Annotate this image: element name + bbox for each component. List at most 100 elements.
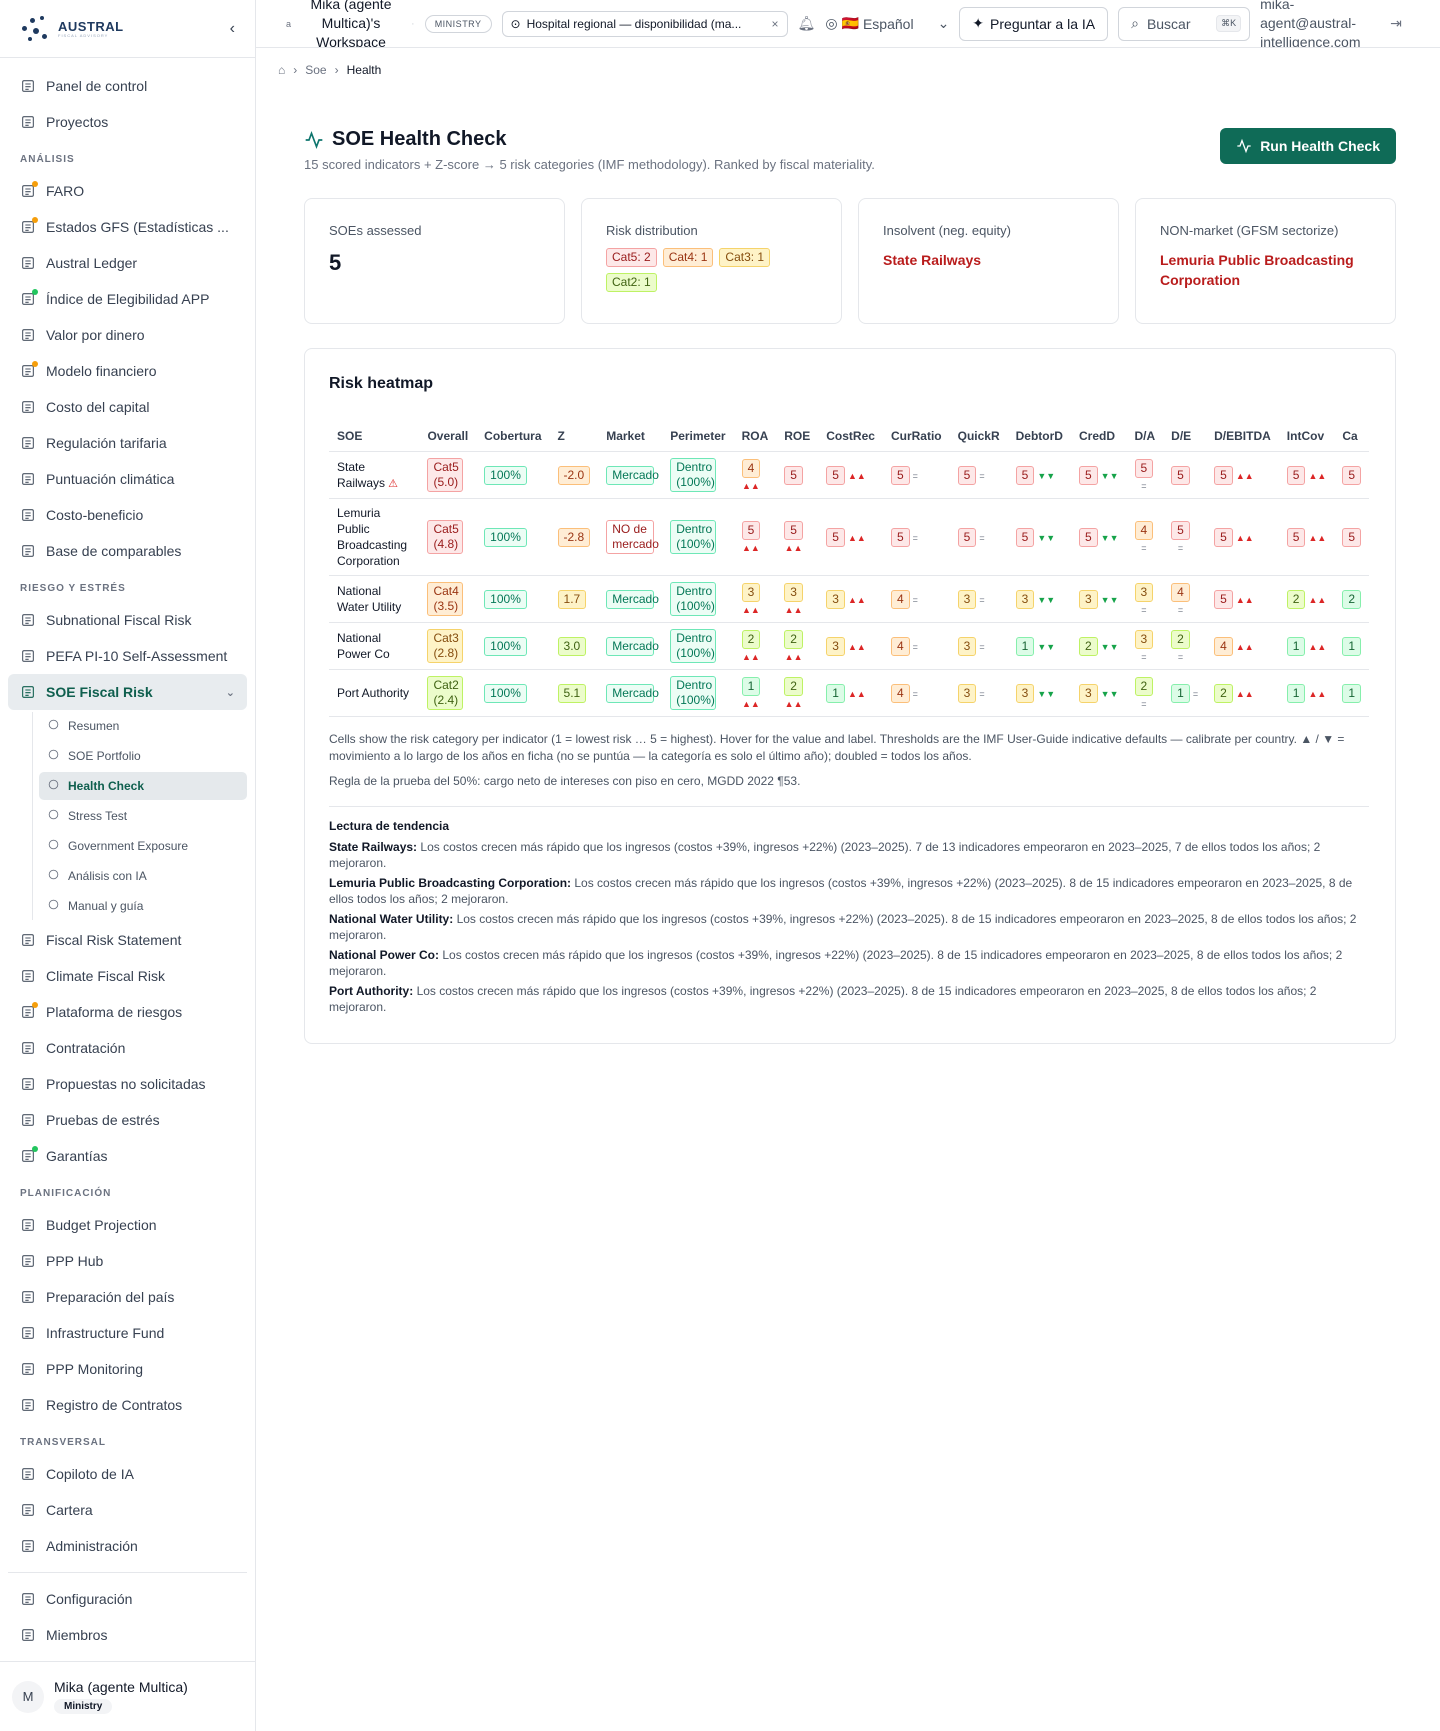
perimeter-badge[interactable]: Dentro (100%): [670, 582, 717, 616]
market-badge[interactable]: Mercado: [606, 589, 659, 609]
indicator-value[interactable]: 5 ▲▲: [826, 527, 866, 547]
search-button[interactable]: ⌕ Buscar ⌘K: [1118, 6, 1251, 41]
sidebar-item[interactable]: Garantías: [8, 1138, 247, 1174]
perimeter-badge[interactable]: Dentro (100%): [670, 520, 717, 554]
context-chip[interactable]: ⊙ Hospital regional — disponibilidad (ma…: [501, 10, 788, 37]
column-header[interactable]: QuickR: [949, 421, 1008, 452]
indicator-value[interactable]: 5: [1342, 527, 1361, 547]
sidebar-item[interactable]: Austral Ledger: [8, 245, 247, 281]
table-row[interactable]: National Power Co Cat3 (2.8) 100% 3.0 Mercad…: [329, 622, 1369, 670]
indicator-value[interactable]: 3 ▲▲: [826, 636, 866, 656]
breadcrumb-soe[interactable]: Soe: [305, 63, 326, 77]
subnav-item[interactable]: Análisis con IA: [39, 862, 247, 890]
indicator-value[interactable]: 2: [1342, 589, 1361, 609]
indicator-value[interactable]: 2 =: [1171, 629, 1190, 663]
column-header[interactable]: Perimeter: [662, 421, 734, 452]
indicator-value[interactable]: 5 ▲▲: [741, 520, 761, 554]
coverage-badge[interactable]: 100%: [484, 527, 527, 547]
subnav-item[interactable]: Government Exposure: [39, 832, 247, 860]
column-header[interactable]: DebtorD: [1007, 421, 1071, 452]
sidebar-item[interactable]: PPP Hub: [8, 1243, 247, 1279]
sidebar-item[interactable]: Configuración: [8, 1581, 247, 1617]
indicator-value[interactable]: 2 ▲▲: [1214, 683, 1254, 703]
indicator-value[interactable]: 5 =: [1171, 520, 1190, 554]
sidebar-item[interactable]: PPP Monitoring: [8, 1351, 247, 1387]
run-health-check-button[interactable]: Run Health Check: [1220, 128, 1396, 164]
perimeter-badge[interactable]: Dentro (100%): [670, 676, 717, 710]
home-icon[interactable]: ⌂: [278, 63, 285, 77]
sidebar-item[interactable]: Infrastructure Fund: [8, 1315, 247, 1351]
sidebar-item[interactable]: Subnational Fiscal Risk: [8, 602, 247, 638]
sidebar-item[interactable]: Puntuación climática: [8, 461, 247, 497]
sidebar-item[interactable]: Budget Projection: [8, 1207, 247, 1243]
subnav-item[interactable]: Manual y guía: [39, 892, 247, 920]
sidebar-item[interactable]: Pruebas de estrés: [8, 1102, 247, 1138]
sidebar-item[interactable]: Copiloto de IA: [8, 1456, 247, 1492]
column-header[interactable]: Ca: [1334, 421, 1369, 452]
indicator-value[interactable]: 1: [1342, 683, 1361, 703]
indicator-value[interactable]: 3 ▼▼: [1078, 589, 1119, 609]
table-row[interactable]: National Water Utility Cat4 (3.5) 100% 1.7 M…: [329, 575, 1369, 623]
indicator-value[interactable]: 5 ▼▼: [1015, 527, 1055, 547]
indicator-value[interactable]: 3 ▼▼: [1015, 683, 1055, 703]
indicator-value[interactable]: 3 ▼▼: [1015, 589, 1055, 609]
table-row[interactable]: Port Authority Cat2 (2.4) 100% 5.1 Mercado De…: [329, 669, 1369, 717]
indicator-value[interactable]: 5 ▼▼: [1078, 527, 1119, 547]
indicator-value[interactable]: 2 ▲▲: [741, 629, 761, 663]
sidebar-item[interactable]: Fiscal Risk Statement: [8, 922, 247, 958]
overall-badge[interactable]: Cat4 (3.5): [427, 582, 464, 616]
column-header[interactable]: CurRatio: [882, 421, 950, 452]
sidebar-item[interactable]: FARO: [8, 173, 247, 209]
indicator-value[interactable]: 1 ▲▲: [741, 676, 761, 710]
overall-badge[interactable]: Cat5 (4.8): [427, 520, 464, 554]
z-score-badge[interactable]: -2.8: [557, 527, 591, 547]
indicator-value[interactable]: 2 ▲▲: [1286, 589, 1326, 609]
column-header[interactable]: IntCov: [1278, 421, 1335, 452]
sidebar-item[interactable]: Base de comparables: [8, 533, 247, 569]
column-header[interactable]: Overall: [419, 421, 477, 452]
z-score-badge[interactable]: 3.0: [557, 636, 587, 656]
indicator-value[interactable]: 5 =: [957, 527, 985, 547]
sidebar-item[interactable]: Valor por dinero: [8, 317, 247, 353]
sidebar-item[interactable]: Índice de Elegibilidad APP: [8, 281, 247, 317]
indicator-value[interactable]: 5 ▲▲: [1214, 527, 1254, 547]
indicator-value[interactable]: 3 ▼▼: [1078, 683, 1119, 703]
indicator-value[interactable]: 5 ▲▲: [1214, 589, 1254, 609]
heatmap-scroll[interactable]: SOE Overall Cobertura Z Market Perimeter ROA RO…: [329, 421, 1369, 717]
indicator-value[interactable]: 1 ▲▲: [826, 683, 866, 703]
sidebar-item[interactable]: SOE Fiscal Risk ⌄: [8, 674, 247, 710]
sidebar-item[interactable]: Preparación del país: [8, 1279, 247, 1315]
z-score-badge[interactable]: -2.0: [557, 465, 591, 485]
subnav-item[interactable]: Health Check: [39, 772, 247, 800]
indicator-value[interactable]: 1: [1342, 636, 1361, 656]
bell-icon[interactable]: 🔔︎: [798, 15, 816, 32]
market-badge[interactable]: Mercado: [606, 683, 659, 703]
z-score-badge[interactable]: 1.7: [557, 589, 587, 609]
sidebar-item[interactable]: Proyectos: [8, 104, 247, 140]
indicator-value[interactable]: 3 =: [957, 683, 985, 703]
sidebar-item[interactable]: Costo del capital: [8, 389, 247, 425]
sidebar-item[interactable]: Administración: [8, 1528, 247, 1564]
indicator-value[interactable]: 5 ▲▲: [826, 465, 866, 485]
indicator-value[interactable]: 4 ▲▲: [741, 458, 761, 492]
sidebar-item[interactable]: Estados GFS (Estadísticas ...: [8, 209, 247, 245]
indicator-value[interactable]: 1 =: [1171, 683, 1198, 703]
indicator-value[interactable]: 2 =: [1134, 676, 1154, 710]
workspace-name[interactable]: Mika (agente Multica)'s Workspace: [301, 0, 401, 47]
column-header[interactable]: Market: [598, 421, 663, 452]
coverage-badge[interactable]: 100%: [484, 465, 527, 485]
indicator-value[interactable]: 5 =: [957, 465, 985, 485]
coverage-badge[interactable]: 100%: [484, 683, 527, 703]
indicator-value[interactable]: 5 =: [890, 527, 918, 547]
indicator-value[interactable]: 1 ▲▲: [1286, 636, 1326, 656]
subnav-item[interactable]: Stress Test: [39, 802, 247, 830]
indicator-value[interactable]: 5: [1342, 465, 1361, 485]
table-row[interactable]: State Railways ⚠ Cat5 (5.0) 100% -2.0 Mercad…: [329, 451, 1369, 499]
sidebar-item[interactable]: Climate Fiscal Risk: [8, 958, 247, 994]
indicator-value[interactable]: 5: [1171, 465, 1190, 485]
indicator-value[interactable]: 5 ▲▲: [1286, 527, 1326, 547]
indicator-value[interactable]: 1 ▼▼: [1015, 636, 1055, 656]
indicator-value[interactable]: 3 =: [957, 589, 985, 609]
indicator-value[interactable]: 3 =: [957, 636, 985, 656]
indicator-value[interactable]: 5 ▲▲: [1286, 465, 1326, 485]
